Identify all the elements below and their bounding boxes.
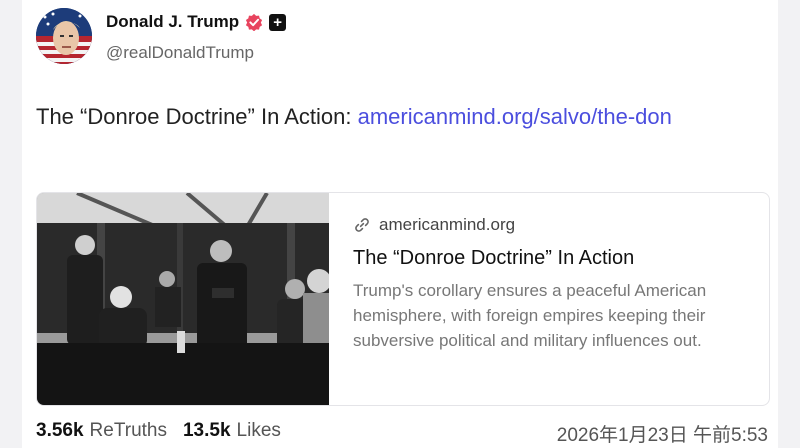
link-domain-row: americanmind.org bbox=[353, 215, 753, 235]
likes-label[interactable]: Likes bbox=[237, 420, 281, 442]
link-title: The “Donroe Doctrine” In Action bbox=[353, 247, 635, 269]
post-body: The “Donroe Doctrine” In Action: america… bbox=[36, 99, 756, 135]
retruths-count[interactable]: 3.56k bbox=[36, 420, 84, 442]
post-timestamp[interactable]: 2026年1月23日 午前5:53 bbox=[557, 420, 768, 447]
verified-badge-icon bbox=[246, 13, 263, 31]
post-stats: 3.56k ReTruths 13.5k Likes bbox=[36, 420, 281, 442]
link-chain-icon bbox=[355, 218, 369, 232]
author-handle[interactable]: @realDonaldTrump bbox=[106, 43, 254, 63]
avatar-image bbox=[36, 8, 92, 64]
link-preview-image bbox=[37, 193, 329, 405]
retruths-label[interactable]: ReTruths bbox=[90, 420, 167, 442]
likes-count[interactable]: 13.5k bbox=[183, 420, 231, 442]
link-description: Trump's corollary ensures a peaceful Ame… bbox=[353, 281, 707, 350]
link-preview-card[interactable]: americanmind.org The “Donroe Doctrine” I… bbox=[36, 192, 770, 406]
post-card: Donald J. Trump + @realDonaldTrump The “… bbox=[22, 0, 778, 448]
post-link[interactable]: americanmind.org/salvo/the-don bbox=[358, 104, 672, 129]
author-name-row: Donald J. Trump + bbox=[106, 12, 287, 32]
plus-badge-icon: + bbox=[269, 13, 287, 31]
link-preview-info: americanmind.org The “Donroe Doctrine” I… bbox=[353, 215, 753, 353]
link-domain: americanmind.org bbox=[379, 215, 516, 234]
author-avatar[interactable] bbox=[36, 8, 92, 64]
author-display-name[interactable]: Donald J. Trump bbox=[106, 12, 239, 32]
post-text: The “Donroe Doctrine” In Action: bbox=[36, 104, 358, 129]
